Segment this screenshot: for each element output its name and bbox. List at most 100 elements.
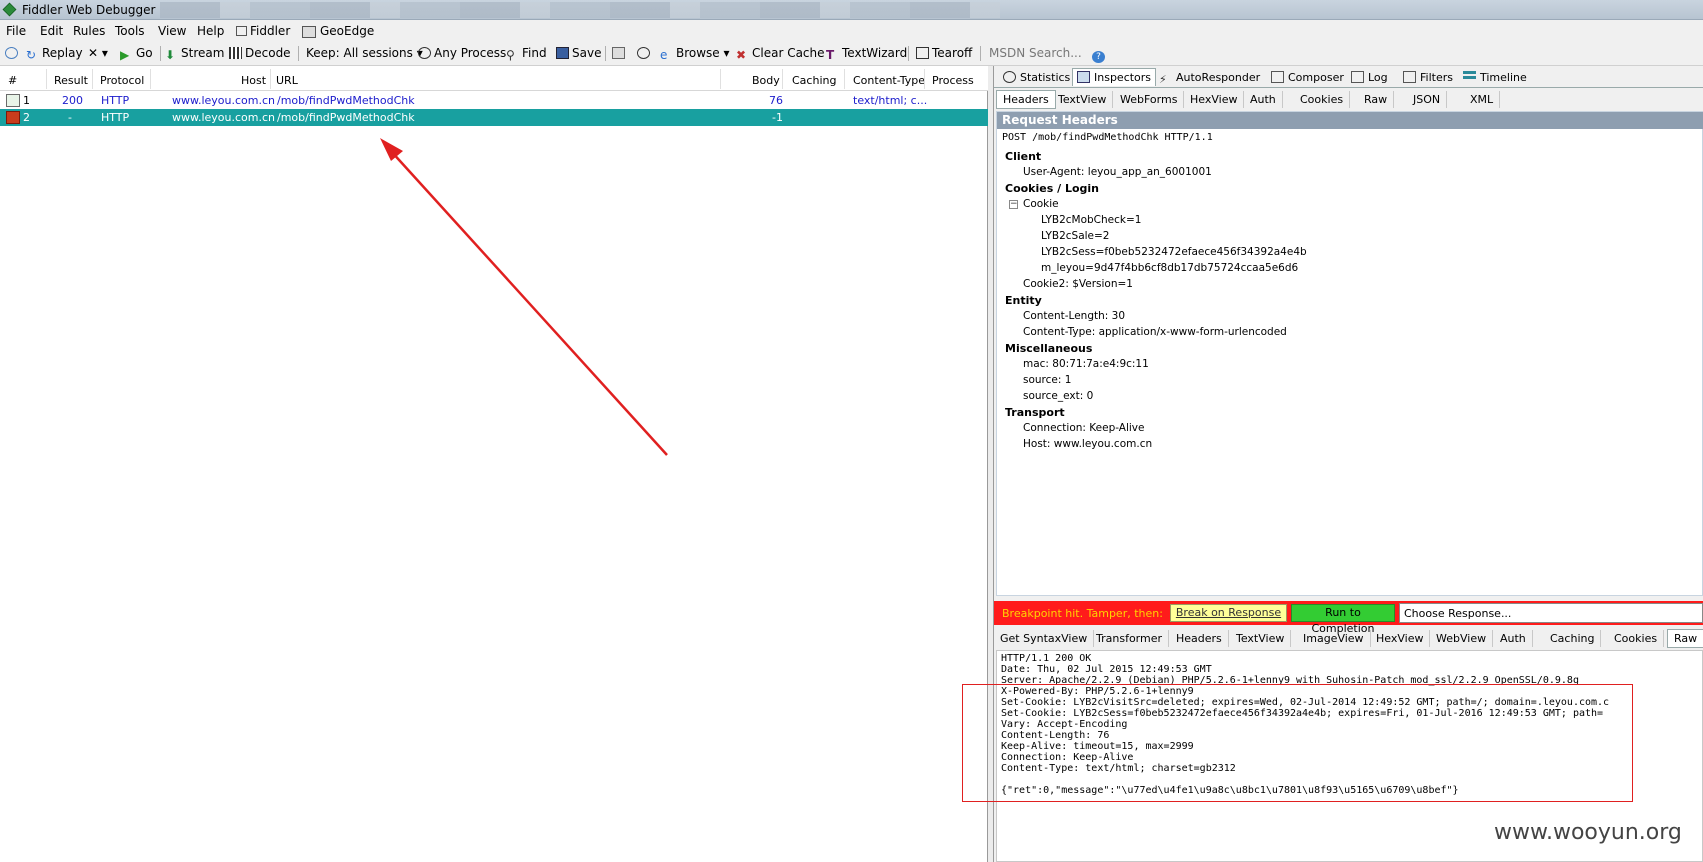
cookie-value[interactable]: LYB2cMobCheck=1 xyxy=(1041,214,1141,226)
resp-tab-hexview[interactable]: HexView xyxy=(1370,630,1431,647)
tab-label: Log xyxy=(1368,71,1388,84)
col-number[interactable]: # xyxy=(8,74,17,87)
textwizard-button[interactable]: T TextWizard xyxy=(826,46,907,62)
resp-tab-syntaxview[interactable]: Get SyntaxView xyxy=(994,630,1095,647)
tab-log[interactable]: Log xyxy=(1346,68,1393,86)
tab-filters[interactable]: Filters xyxy=(1398,68,1458,86)
tab-timeline[interactable]: Timeline xyxy=(1458,68,1532,86)
resp-tab-cookies[interactable]: Cookies xyxy=(1608,630,1665,647)
header-connection[interactable]: Connection: Keep-Alive xyxy=(1023,422,1144,434)
stream-button[interactable]: ⬇ Stream xyxy=(165,46,224,62)
req-tab-textview[interactable]: TextView xyxy=(1052,91,1114,108)
req-tab-webforms[interactable]: WebForms xyxy=(1114,91,1185,108)
menu-help[interactable]: Help xyxy=(197,24,224,38)
resp-tab-transformer[interactable]: Transformer xyxy=(1090,630,1170,647)
header-mac[interactable]: mac: 80:71:7a:e4:9c:11 xyxy=(1023,358,1149,370)
remove-button[interactable]: ✕ ▾ xyxy=(88,46,108,60)
group-cookies-login[interactable]: Cookies / Login xyxy=(1005,182,1099,195)
menu-geoedge[interactable]: GeoEdge xyxy=(302,24,374,38)
session-result: - xyxy=(68,111,72,124)
resp-tab-headers[interactable]: Headers xyxy=(1170,630,1229,647)
req-tab-cookies[interactable]: Cookies xyxy=(1294,91,1351,108)
help-button[interactable]: ? xyxy=(1092,46,1108,63)
session-content-type: text/html; c... xyxy=(853,94,928,107)
column-divider xyxy=(844,69,845,89)
header-host[interactable]: Host: www.leyou.com.cn xyxy=(1023,438,1152,450)
menu-edit[interactable]: Edit xyxy=(40,24,63,38)
title-bar: Fiddler Web Debugger xyxy=(0,0,1703,20)
col-content-type[interactable]: Content-Type xyxy=(853,74,925,87)
tearoff-button[interactable]: Tearoff xyxy=(916,46,972,60)
group-client[interactable]: Client xyxy=(1005,150,1041,163)
save-button[interactable]: Save xyxy=(556,46,601,60)
replay-button[interactable]: ↻ Replay xyxy=(26,46,83,62)
browse-button[interactable]: e Browse ▾ xyxy=(660,46,730,62)
clear-cache-label: Clear Cache xyxy=(752,46,825,60)
taskbar-tabs xyxy=(160,2,1000,18)
collapse-icon[interactable]: − xyxy=(1009,200,1018,209)
clear-cache-button[interactable]: ✖ Clear Cache xyxy=(736,46,825,62)
group-transport[interactable]: Transport xyxy=(1005,406,1065,419)
cookie-value[interactable]: LYB2cSale=2 xyxy=(1041,230,1109,242)
menu-view[interactable]: View xyxy=(158,24,186,38)
req-tab-hexview[interactable]: HexView xyxy=(1184,91,1245,108)
sessions-list: # Result Protocol Host URL Body Caching … xyxy=(0,66,988,862)
any-process-label: Any Process xyxy=(434,46,507,60)
menu-fiddler[interactable]: Fiddler xyxy=(236,24,290,38)
req-tab-headers[interactable]: Headers xyxy=(996,90,1056,109)
tab-autoresponder[interactable]: ⚡ AutoResponder xyxy=(1154,68,1265,86)
timer-button[interactable] xyxy=(637,46,653,60)
resp-tab-raw[interactable]: Raw xyxy=(1667,629,1703,648)
go-button[interactable]: ▶ Go xyxy=(120,46,153,62)
resp-tab-caching[interactable]: Caching xyxy=(1544,630,1602,647)
col-caching[interactable]: Caching xyxy=(792,74,836,87)
header-content-length[interactable]: Content-Length: 30 xyxy=(1023,310,1125,322)
cookie-value[interactable]: m_leyou=9d47f4bb6cf8db17db75724ccaa5e6d6 xyxy=(1041,262,1298,274)
col-protocol[interactable]: Protocol xyxy=(100,74,144,87)
breakpoint-text: Breakpoint hit. Tamper, then: xyxy=(1002,607,1163,620)
run-to-completion-button[interactable]: Run to Completion xyxy=(1291,604,1395,635)
resp-tab-textview[interactable]: TextView xyxy=(1230,630,1292,647)
header-source-ext[interactable]: source_ext: 0 xyxy=(1023,390,1093,402)
col-body[interactable]: Body xyxy=(752,74,780,87)
tab-statistics[interactable]: Statistics xyxy=(998,68,1075,86)
resp-tab-imageview[interactable]: ImageView xyxy=(1297,630,1371,647)
tab-label: Inspectors xyxy=(1094,71,1152,84)
session-row[interactable]: 1 200 HTTP www.leyou.com.cn /mob/findPwd… xyxy=(0,92,988,109)
col-url[interactable]: URL xyxy=(276,74,298,87)
any-process-button[interactable]: Any Process xyxy=(418,46,506,60)
req-tab-raw[interactable]: Raw xyxy=(1358,91,1395,108)
response-raw-text[interactable]: HTTP/1.1 200 OK Date: Thu, 02 Jul 2015 1… xyxy=(1001,653,1609,796)
header-cookie[interactable]: Cookie xyxy=(1023,198,1059,210)
session-result: 200 xyxy=(62,94,83,107)
resp-tab-webview[interactable]: WebView xyxy=(1430,630,1494,647)
decode-button[interactable]: Decode xyxy=(229,46,291,60)
menu-tools[interactable]: Tools xyxy=(115,24,145,38)
header-content-type[interactable]: Content-Type: application/x-www-form-url… xyxy=(1023,326,1287,338)
req-tab-auth[interactable]: Auth xyxy=(1244,91,1283,108)
msdn-search-input[interactable]: MSDN Search... xyxy=(989,46,1082,60)
keep-sessions-dropdown[interactable]: Keep: All sessions ▾ xyxy=(306,46,423,60)
cookie-value[interactable]: LYB2cSess=f0beb5232472efaece456f34392a4e… xyxy=(1041,246,1307,258)
header-source[interactable]: source: 1 xyxy=(1023,374,1071,386)
menu-file[interactable]: File xyxy=(6,24,26,38)
resp-tab-auth[interactable]: Auth xyxy=(1494,630,1533,647)
comment-button[interactable] xyxy=(5,46,21,60)
break-on-response-button[interactable]: Break on Response xyxy=(1170,604,1287,622)
header-user-agent[interactable]: User-Agent: leyou_app_an_6001001 xyxy=(1023,166,1212,178)
choose-response-select[interactable]: Choose Response... xyxy=(1399,603,1703,623)
req-tab-xml[interactable]: XML xyxy=(1464,91,1501,108)
screenshot-button[interactable] xyxy=(612,46,628,60)
session-row-selected[interactable]: 2 - HTTP www.leyou.com.cn /mob/findPwdMe… xyxy=(0,109,988,126)
tab-inspectors[interactable]: Inspectors xyxy=(1072,68,1157,86)
group-entity[interactable]: Entity xyxy=(1005,294,1042,307)
req-tab-json[interactable]: JSON xyxy=(1407,91,1448,108)
tab-composer[interactable]: Composer xyxy=(1266,68,1349,86)
col-process[interactable]: Process xyxy=(932,74,974,87)
menu-rules[interactable]: Rules xyxy=(73,24,105,38)
col-result[interactable]: Result xyxy=(54,74,88,87)
header-cookie2[interactable]: Cookie2: $Version=1 xyxy=(1023,278,1133,290)
find-button[interactable]: ⚲ Find xyxy=(506,46,547,62)
col-host[interactable]: Host xyxy=(241,74,266,87)
group-miscellaneous[interactable]: Miscellaneous xyxy=(1005,342,1092,355)
